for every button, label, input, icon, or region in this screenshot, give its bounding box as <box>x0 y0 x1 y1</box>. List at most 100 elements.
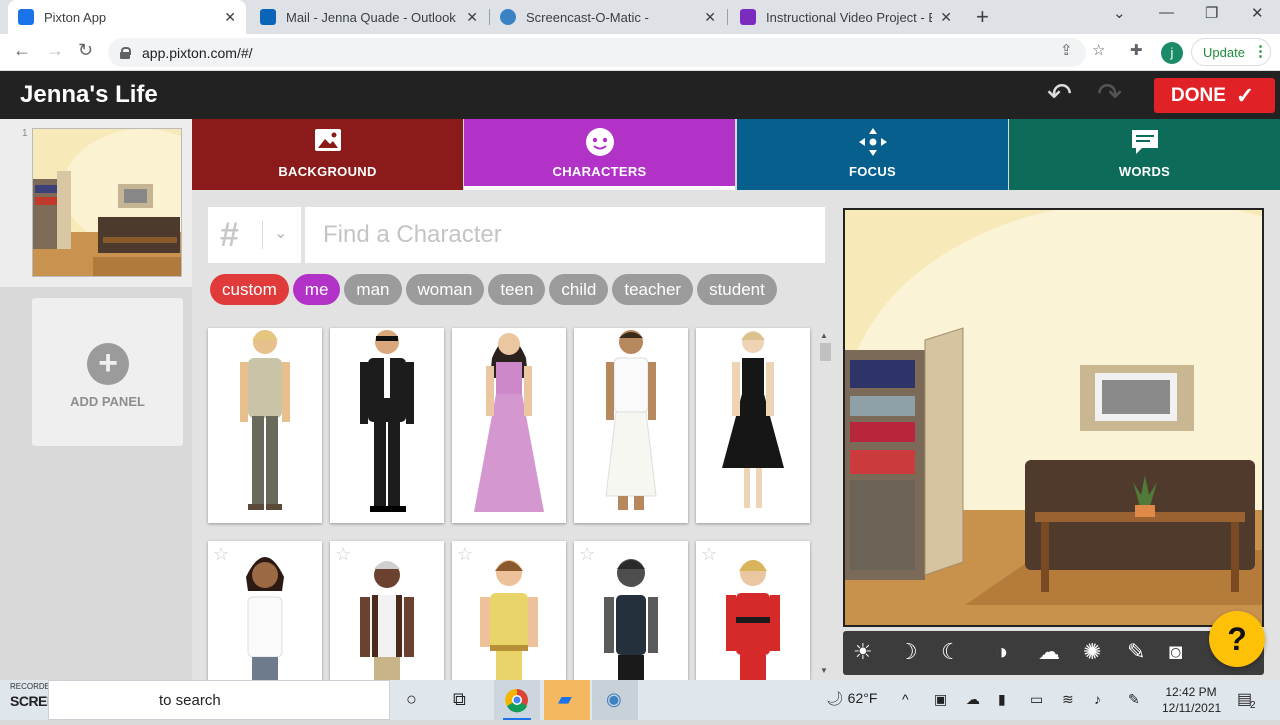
onedrive-icon[interactable]: ☁ <box>966 691 980 708</box>
character-search-input[interactable]: Find a Character <box>305 207 825 263</box>
minimize-icon[interactable]: — <box>1159 4 1174 21</box>
tab-characters[interactable]: CHARACTERS <box>464 119 735 190</box>
crescent-icon[interactable]: ☾ <box>941 639 961 665</box>
taskbar-search-text: to search <box>159 692 221 709</box>
tab-divider <box>727 9 728 25</box>
number-filter-dropdown[interactable]: # ⌄ <box>208 207 301 263</box>
chip-me[interactable]: me <box>292 274 341 305</box>
close-tab-icon[interactable]: ✕ <box>940 9 952 26</box>
character-figure <box>360 330 414 512</box>
tab-focus[interactable]: FOCUS <box>737 119 1008 190</box>
browser-menu-icon[interactable]: ⋮ <box>1253 42 1268 60</box>
character-card[interactable]: ☆ <box>696 541 810 680</box>
character-card[interactable] <box>330 328 444 523</box>
taskbar-file-explorer[interactable]: ▰ <box>544 680 590 720</box>
volume-icon[interactable]: ♪ <box>1094 691 1101 707</box>
scroll-up-icon[interactable]: ▲ <box>820 331 828 340</box>
help-button[interactable]: ? <box>1209 611 1265 667</box>
panel-thumbnail[interactable]: ⋮ <box>32 128 182 277</box>
share-icon[interactable]: ⇪ <box>1060 41 1073 59</box>
close-tab-icon[interactable]: ✕ <box>704 9 716 26</box>
extensions-puzzle-icon[interactable]: ✚ <box>1130 41 1143 59</box>
comic-panel-canvas[interactable] <box>843 208 1264 627</box>
chip-custom[interactable]: custom <box>210 274 289 305</box>
pen-icon[interactable]: ✎ <box>1128 691 1140 708</box>
undo-icon[interactable]: ↶ <box>1047 77 1072 112</box>
browser-tab-outlook[interactable]: Mail - Jenna Quade - Outlook ✕ <box>250 0 488 34</box>
brush-icon[interactable]: ✎ <box>1127 639 1145 665</box>
favorite-star-icon[interactable]: ☆ <box>213 544 229 565</box>
comic-title[interactable]: Jenna's Life <box>20 81 158 109</box>
forward-icon[interactable]: → <box>46 40 64 61</box>
profile-avatar[interactable]: j <box>1161 42 1183 64</box>
close-tab-icon[interactable]: ✕ <box>466 9 478 26</box>
usb-icon[interactable]: ▮ <box>998 691 1006 708</box>
address-bar[interactable]: app.pixton.com/#/ <box>108 38 1086 67</box>
chrome-icon <box>505 688 528 713</box>
add-panel-label: ADD PANEL <box>70 394 145 409</box>
update-label: Update <box>1203 44 1245 60</box>
character-card[interactable] <box>452 328 566 523</box>
add-panel-button[interactable]: + ADD PANEL <box>32 298 183 446</box>
tab-title: Pixton App <box>44 9 107 25</box>
reload-icon[interactable]: ↻ <box>78 40 93 61</box>
wifi-icon[interactable]: ≋ <box>1062 691 1074 708</box>
chip-child[interactable]: child <box>549 274 609 305</box>
browser-tab-screencast[interactable]: Screencast-O-Matic - ✕ <box>490 0 726 34</box>
panel-toolbar: ☀ ☽ ☾ ◑ ☁ ✺ ✎ ◙ <box>843 631 1264 675</box>
task-view-icon[interactable]: ⧉ <box>453 689 466 710</box>
new-tab-icon[interactable]: + <box>976 4 989 30</box>
chip-teacher[interactable]: teacher <box>612 274 694 305</box>
browser-tab-instructional[interactable]: Instructional Video Project - ELEI ✕ <box>730 0 962 34</box>
character-card[interactable]: ☆ <box>574 541 688 680</box>
plus-icon: + <box>87 343 129 385</box>
checkmark-icon: ✓ <box>1235 82 1255 108</box>
cortana-icon[interactable]: ○ <box>406 689 417 710</box>
chevron-up-icon[interactable]: ^ <box>902 691 909 707</box>
restore-icon[interactable]: ❐ <box>1205 4 1218 22</box>
scroll-thumb[interactable] <box>820 343 831 361</box>
character-card[interactable]: ☆ <box>452 541 566 680</box>
chip-woman[interactable]: woman <box>405 274 485 305</box>
sun-icon[interactable]: ☀ <box>853 639 873 665</box>
moon-icon[interactable]: ☽ <box>898 639 918 665</box>
bookmark-star-icon[interactable]: ☆ <box>1092 41 1105 59</box>
grid-scrollbar[interactable]: ▲ ▼ <box>818 328 832 680</box>
tab-words[interactable]: WORDS <box>1009 119 1280 190</box>
done-label: DONE <box>1171 84 1226 106</box>
close-window-icon[interactable]: ✕ <box>1251 4 1264 22</box>
taskbar-search-box[interactable]: to search <box>48 680 390 720</box>
favorite-star-icon[interactable]: ☆ <box>457 544 473 565</box>
filter-chips: custom me man woman teen child teacher s… <box>210 274 781 305</box>
character-card[interactable] <box>574 328 688 523</box>
weather-widget[interactable]: 🌙︎ 62°F <box>826 690 877 707</box>
rain-icon[interactable]: ☁ <box>1038 639 1060 665</box>
taskbar-screencast[interactable]: ◉ <box>592 680 638 720</box>
tab-background[interactable]: BACKGROUND <box>192 119 463 190</box>
meet-icon[interactable]: ▣ <box>934 691 947 708</box>
chip-man[interactable]: man <box>344 274 402 305</box>
redo-icon[interactable]: ↷ <box>1097 77 1122 112</box>
contrast-icon[interactable]: ◑ <box>995 639 1008 665</box>
taskbar-chrome[interactable] <box>494 680 540 720</box>
chip-teen[interactable]: teen <box>488 274 546 305</box>
done-button[interactable]: DONE ✓ <box>1154 78 1275 113</box>
tab-search-icon[interactable]: ⌄ <box>1113 4 1126 22</box>
back-icon[interactable]: ← <box>13 40 31 61</box>
character-card[interactable]: ☆ <box>330 541 444 680</box>
favorite-star-icon[interactable]: ☆ <box>335 544 351 565</box>
battery-icon[interactable]: ▭ <box>1030 691 1043 708</box>
camera-icon[interactable]: ◙ <box>1169 639 1182 665</box>
close-tab-icon[interactable]: ✕ <box>224 9 236 26</box>
scroll-down-icon[interactable]: ▼ <box>820 666 828 675</box>
character-card[interactable] <box>208 328 322 523</box>
browser-tab-pixton[interactable]: Pixton App ✕ <box>8 0 246 34</box>
living-room-scene <box>845 210 1262 625</box>
favorite-star-icon[interactable]: ☆ <box>579 544 595 565</box>
character-card[interactable]: ☆ <box>208 541 322 680</box>
favorite-star-icon[interactable]: ☆ <box>701 544 717 565</box>
character-card[interactable] <box>696 328 810 523</box>
chip-student[interactable]: student <box>697 274 777 305</box>
clock[interactable]: 12:42 PM 12/11/2021 <box>1162 684 1221 716</box>
swirl-icon[interactable]: ✺ <box>1083 639 1101 665</box>
